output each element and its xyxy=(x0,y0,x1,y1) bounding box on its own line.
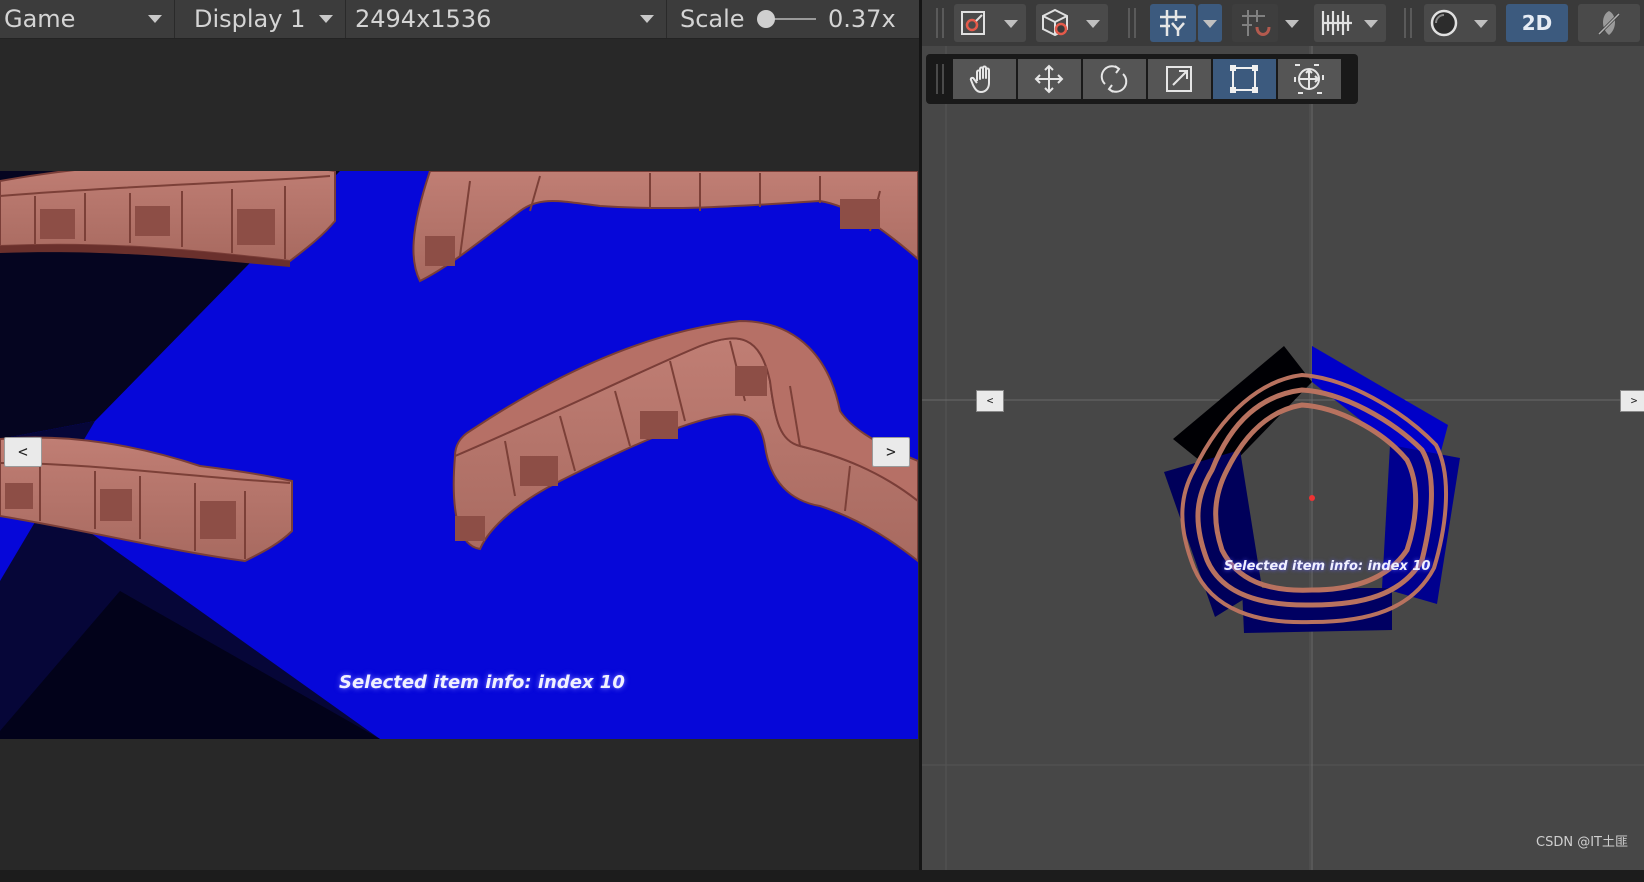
resolution-label: 2494x1536 xyxy=(355,5,492,33)
toolbar-grip[interactable] xyxy=(1134,8,1136,38)
scene-effects-button[interactable] xyxy=(1578,4,1640,42)
chevron-down-icon xyxy=(640,15,654,23)
chevron-down-icon xyxy=(319,15,333,23)
rotate-icon xyxy=(1100,65,1128,93)
palette-grip[interactable] xyxy=(942,64,944,94)
ruler-icon xyxy=(1321,11,1352,35)
display-label: Display 1 xyxy=(194,5,306,33)
increment-snap-icon xyxy=(1242,10,1271,36)
scene-prev-button[interactable]: < xyxy=(976,390,1004,412)
palette-grip[interactable] xyxy=(936,64,938,94)
effects-icon xyxy=(1597,11,1621,36)
gizmo-toggle-button[interactable] xyxy=(954,4,1026,42)
grid-snapping-button[interactable] xyxy=(1150,4,1196,42)
scale-slider-handle[interactable] xyxy=(757,10,775,28)
chevron-down-icon xyxy=(1364,20,1378,28)
hand-tool-button[interactable] xyxy=(953,59,1016,99)
rotate-tool-button[interactable] xyxy=(1083,59,1146,99)
grid-snap-icon xyxy=(1160,10,1186,36)
display-dropdown[interactable]: Display 1 xyxy=(176,0,346,38)
chevron-down-icon xyxy=(1004,20,1018,28)
game-toolbar: Game Display 1 2494x1536 Scale 0.37x xyxy=(0,0,919,39)
scale-label: Scale xyxy=(680,5,745,33)
chevron-down-icon xyxy=(1285,20,1299,28)
cube-icon xyxy=(1042,8,1068,37)
grid-snapping-dropdown[interactable] xyxy=(1198,4,1222,42)
rect-tool-button[interactable] xyxy=(1213,59,1276,99)
brick-path xyxy=(412,171,918,283)
toolbar-grip[interactable] xyxy=(1128,8,1130,38)
bottom-bar xyxy=(0,870,1644,882)
transform-tool-button[interactable] xyxy=(1278,59,1341,99)
scale-tool-button[interactable] xyxy=(1148,59,1211,99)
scene-next-button[interactable]: > xyxy=(1620,390,1644,412)
move-tool-button[interactable] xyxy=(1018,59,1081,99)
chevron-down-icon xyxy=(1086,20,1100,28)
increment-snap-button[interactable] xyxy=(1232,4,1278,42)
transform-icon xyxy=(1294,64,1324,94)
toolbar-grip[interactable] xyxy=(1410,8,1412,38)
move-arrows-icon xyxy=(1034,64,1064,94)
brick-path xyxy=(452,319,918,563)
game-next-button[interactable]: > xyxy=(872,437,910,467)
2d-mode-button[interactable]: 2D xyxy=(1506,4,1568,42)
game-panel: Game Display 1 2494x1536 Scale 0.37x < >… xyxy=(0,0,919,870)
gizmo-icon xyxy=(961,11,985,35)
game-viewport: < > Selected item info: index 10 xyxy=(0,171,918,739)
shading-mode-button[interactable] xyxy=(1424,4,1496,42)
scene-grid xyxy=(922,46,1644,870)
scale-value: 0.37x xyxy=(828,5,896,33)
toolbar-grip[interactable] xyxy=(942,8,944,38)
watermark: CSDN @IT土匪 xyxy=(1536,835,1628,850)
scene-panel: 2D < > Selected item info: index 10 CSDN… xyxy=(922,0,1644,870)
selected-item-info: Selected item info: index 10 xyxy=(339,672,625,693)
toolbar-grip[interactable] xyxy=(1404,8,1406,38)
scene-gizmos-button[interactable] xyxy=(1036,4,1108,42)
chevron-down-icon xyxy=(1203,20,1217,28)
tools-palette xyxy=(926,54,1358,104)
shading-sphere-icon xyxy=(1430,9,1458,37)
view-dropdown[interactable]: Game xyxy=(0,0,175,38)
chevron-down-icon xyxy=(1474,20,1488,28)
scene-selected-item-info: Selected item info: index 10 xyxy=(1224,559,1431,574)
scale-icon xyxy=(1166,66,1192,92)
toolbar-grip[interactable] xyxy=(936,8,938,38)
ruler-toggle-button[interactable] xyxy=(1314,4,1386,42)
game-prev-button[interactable]: < xyxy=(4,437,42,467)
resolution-dropdown[interactable]: 2494x1536 xyxy=(347,0,667,38)
scene-toolbar: 2D xyxy=(922,0,1644,46)
rect-transform-icon xyxy=(1230,65,1258,93)
chevron-down-icon xyxy=(148,15,162,23)
increment-snap-dropdown[interactable] xyxy=(1280,4,1304,42)
hand-icon xyxy=(969,65,990,93)
game-render xyxy=(0,171,918,739)
view-label: Game xyxy=(4,5,76,33)
